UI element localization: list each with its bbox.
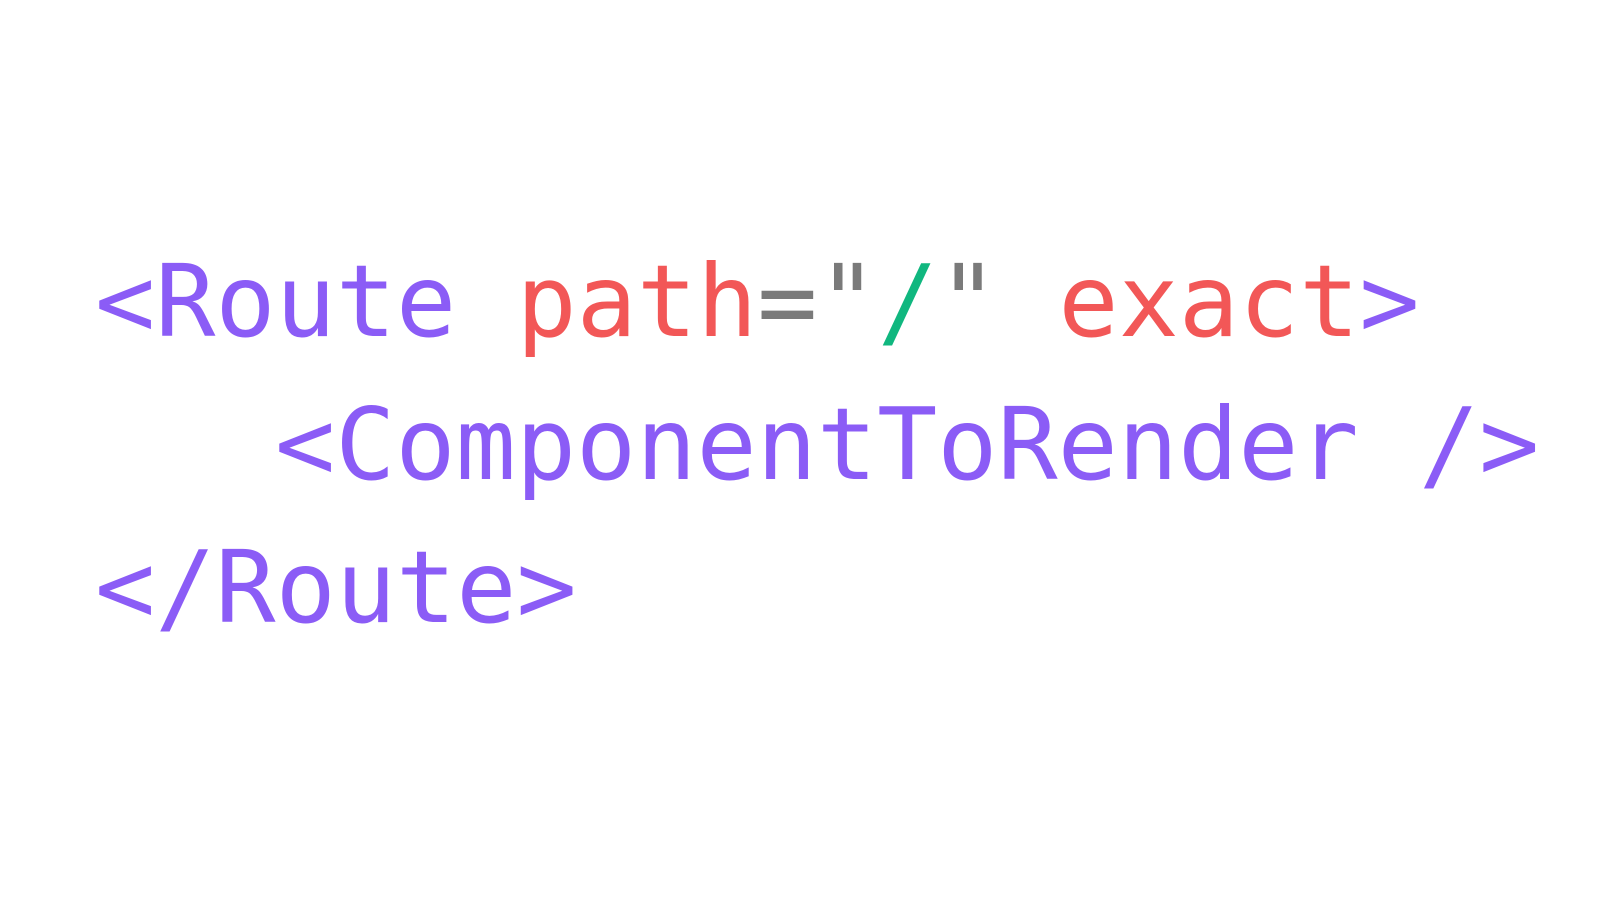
tag-name-component: ComponentToRender	[335, 386, 1359, 503]
path-value: /	[877, 243, 938, 360]
tag-open-bracket: <	[275, 386, 336, 503]
code-line-route-open: <Route path="/" exact>	[95, 230, 1539, 373]
tag-name-route: Route	[215, 529, 517, 646]
attribute-path: path	[516, 243, 758, 360]
quote-close: "	[937, 243, 999, 360]
tag-self-close: />	[1418, 386, 1540, 503]
attribute-exact: exact	[1058, 243, 1360, 360]
equals-sign: =	[757, 243, 818, 360]
code-line-route-close: </Route>	[95, 516, 1539, 659]
code-snippet: <Route path="/" exact> <ComponentToRender…	[95, 230, 1539, 659]
quote-open: "	[817, 243, 878, 360]
tag-close-bracket: >	[1359, 243, 1420, 360]
tag-name-route: Route	[155, 243, 457, 360]
tag-open-bracket: <	[95, 243, 156, 360]
code-line-component: <ComponentToRender />	[95, 373, 1539, 516]
tag-close-bracket: >	[516, 529, 577, 646]
tag-open-bracket: </	[95, 529, 216, 646]
